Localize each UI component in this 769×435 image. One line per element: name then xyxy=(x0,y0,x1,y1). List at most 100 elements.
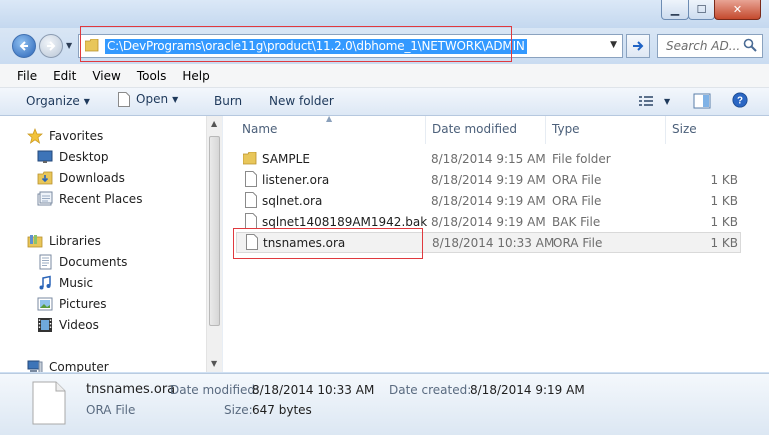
explorer-window: ▁ ☐ ✕ ▼ C:\DevPrograms\oracle11g\product… xyxy=(0,0,769,435)
command-bar: Organize ▼ Open ▼ Burn New folder ▼ ? xyxy=(0,88,769,116)
navigation-pane-scrollbar[interactable]: ▲ ▼ xyxy=(206,116,223,372)
file-icon xyxy=(246,234,258,250)
details-file-type: ORA File xyxy=(86,403,136,417)
organize-button[interactable]: Organize ▼ xyxy=(26,94,90,108)
details-file-name: tnsnames.ora xyxy=(86,382,176,397)
film-strip-icon xyxy=(38,318,52,332)
details-pane: tnsnames.ora ORA File Date modified: 8/1… xyxy=(0,373,769,435)
file-icon xyxy=(245,171,257,187)
column-divider[interactable] xyxy=(545,116,546,144)
column-header-date-modified[interactable]: Date modified xyxy=(432,122,517,136)
details-date-modified: 8/18/2014 10:33 AM xyxy=(252,383,375,397)
nav-pictures[interactable]: Pictures xyxy=(37,294,107,314)
file-name: sqlnet1408189AM1942.bak xyxy=(262,215,428,229)
file-date: 8/18/2014 9:19 AM xyxy=(431,215,546,229)
column-divider[interactable] xyxy=(665,116,666,144)
nav-documents-label: Documents xyxy=(59,255,128,269)
title-bar: ▁ ☐ ✕ xyxy=(0,0,769,28)
file-icon xyxy=(245,213,257,229)
nav-music-label: Music xyxy=(59,276,94,290)
file-row[interactable]: sqlnet1408189AM1942.bak 8/18/2014 9:19 A… xyxy=(236,211,741,232)
file-name: SAMPLE xyxy=(262,152,310,166)
help-icon[interactable]: ? xyxy=(731,92,749,108)
preview-pane-icon[interactable] xyxy=(693,93,711,109)
nav-libraries[interactable]: Libraries xyxy=(27,231,101,251)
file-name: sqlnet.ora xyxy=(262,194,323,208)
nav-recent-places-label: Recent Places xyxy=(59,192,143,206)
forward-button[interactable] xyxy=(39,34,63,58)
svg-text:?: ? xyxy=(737,96,743,107)
column-divider[interactable] xyxy=(425,116,426,144)
file-date: 8/18/2014 9:19 AM xyxy=(431,194,546,208)
details-date-created-label: Date created: xyxy=(389,383,472,397)
column-header-size[interactable]: Size xyxy=(672,122,697,136)
file-size: 1 KB xyxy=(710,215,738,229)
details-size-label: Size: xyxy=(224,403,253,417)
file-row-selected[interactable]: tnsnames.ora 8/18/2014 10:33 AM ORA File… xyxy=(236,232,741,253)
menu-file[interactable]: File xyxy=(14,69,40,83)
menu-edit[interactable]: Edit xyxy=(50,69,79,83)
address-path[interactable]: C:\DevPrograms\oracle11g\product\11.2.0\… xyxy=(105,39,527,54)
nav-downloads-label: Downloads xyxy=(59,171,125,185)
nav-documents[interactable]: Documents xyxy=(37,252,127,272)
menu-view[interactable]: View xyxy=(89,69,123,83)
open-button[interactable]: Open ▼ xyxy=(118,92,178,107)
minimize-button[interactable]: ▁ xyxy=(661,0,689,20)
nav-downloads[interactable]: Downloads xyxy=(37,168,125,188)
file-name: tnsnames.ora xyxy=(263,236,346,250)
address-bar[interactable]: C:\DevPrograms\oracle11g\product\11.2.0\… xyxy=(78,34,623,58)
back-arrow-icon xyxy=(19,41,28,51)
recent-places-icon xyxy=(37,191,53,206)
scrollbar-thumb[interactable] xyxy=(209,136,220,326)
maximize-button[interactable]: ☐ xyxy=(688,0,715,20)
organize-label: Organize xyxy=(26,94,80,108)
back-button[interactable] xyxy=(12,34,36,58)
burn-button[interactable]: Burn xyxy=(214,94,242,108)
go-button[interactable] xyxy=(626,34,650,58)
file-type: File folder xyxy=(552,152,611,166)
file-size: 1 KB xyxy=(710,173,738,187)
close-button[interactable]: ✕ xyxy=(714,0,761,20)
file-row[interactable]: sqlnet.ora 8/18/2014 9:19 AM ORA File 1 … xyxy=(236,190,741,211)
details-date-modified-label: Date modified: xyxy=(170,383,260,397)
search-input[interactable]: Search AD... xyxy=(657,34,763,58)
file-size: 1 KB xyxy=(710,194,738,208)
nav-libraries-label: Libraries xyxy=(49,234,101,248)
nav-videos[interactable]: Videos xyxy=(37,315,99,335)
file-date: 8/18/2014 9:15 AM xyxy=(431,152,546,166)
column-header-type[interactable]: Type xyxy=(552,122,580,136)
chevron-down-icon: ▼ xyxy=(83,97,90,106)
forward-arrow-icon xyxy=(47,41,56,51)
nav-desktop-label: Desktop xyxy=(59,150,109,164)
nav-music[interactable]: Music xyxy=(37,273,93,293)
nav-computer[interactable]: Computer xyxy=(27,357,109,372)
file-row[interactable]: listener.ora 8/18/2014 9:19 AM ORA File … xyxy=(236,169,741,190)
folder-icon xyxy=(85,39,99,52)
scroll-down-icon[interactable]: ▼ xyxy=(211,359,217,368)
open-label: Open xyxy=(136,92,169,106)
magnifier-icon[interactable] xyxy=(743,38,757,52)
column-header-name[interactable]: Name xyxy=(242,122,277,136)
scroll-up-icon[interactable]: ▲ xyxy=(211,119,217,128)
menu-bar: File Edit View Tools Help xyxy=(0,64,769,88)
computer-icon xyxy=(27,360,43,372)
menu-help[interactable]: Help xyxy=(179,69,212,83)
sort-ascending-icon: ▲ xyxy=(326,114,333,123)
recent-pages-dropdown-icon[interactable]: ▼ xyxy=(66,41,72,50)
nav-favorites[interactable]: Favorites xyxy=(27,126,103,146)
address-dropdown-icon[interactable]: ▼ xyxy=(610,40,617,50)
folder-icon xyxy=(243,152,257,165)
new-folder-button[interactable]: New folder xyxy=(269,94,334,108)
file-row[interactable]: SAMPLE 8/18/2014 9:15 AM File folder xyxy=(236,148,741,169)
view-dropdown-icon[interactable]: ▼ xyxy=(664,97,670,106)
navigation-pane: Favorites Desktop Downloads Recent Place… xyxy=(0,116,206,372)
view-options-icon[interactable] xyxy=(638,93,654,109)
search-placeholder: Search AD... xyxy=(666,39,741,53)
document-icon xyxy=(118,92,130,107)
file-date: 8/18/2014 9:19 AM xyxy=(431,173,546,187)
nav-recent-places[interactable]: Recent Places xyxy=(37,189,142,209)
menu-tools[interactable]: Tools xyxy=(134,69,170,83)
details-date-created: 8/18/2014 9:19 AM xyxy=(470,383,585,397)
nav-desktop[interactable]: Desktop xyxy=(37,147,109,167)
file-type: ORA File xyxy=(553,236,603,250)
